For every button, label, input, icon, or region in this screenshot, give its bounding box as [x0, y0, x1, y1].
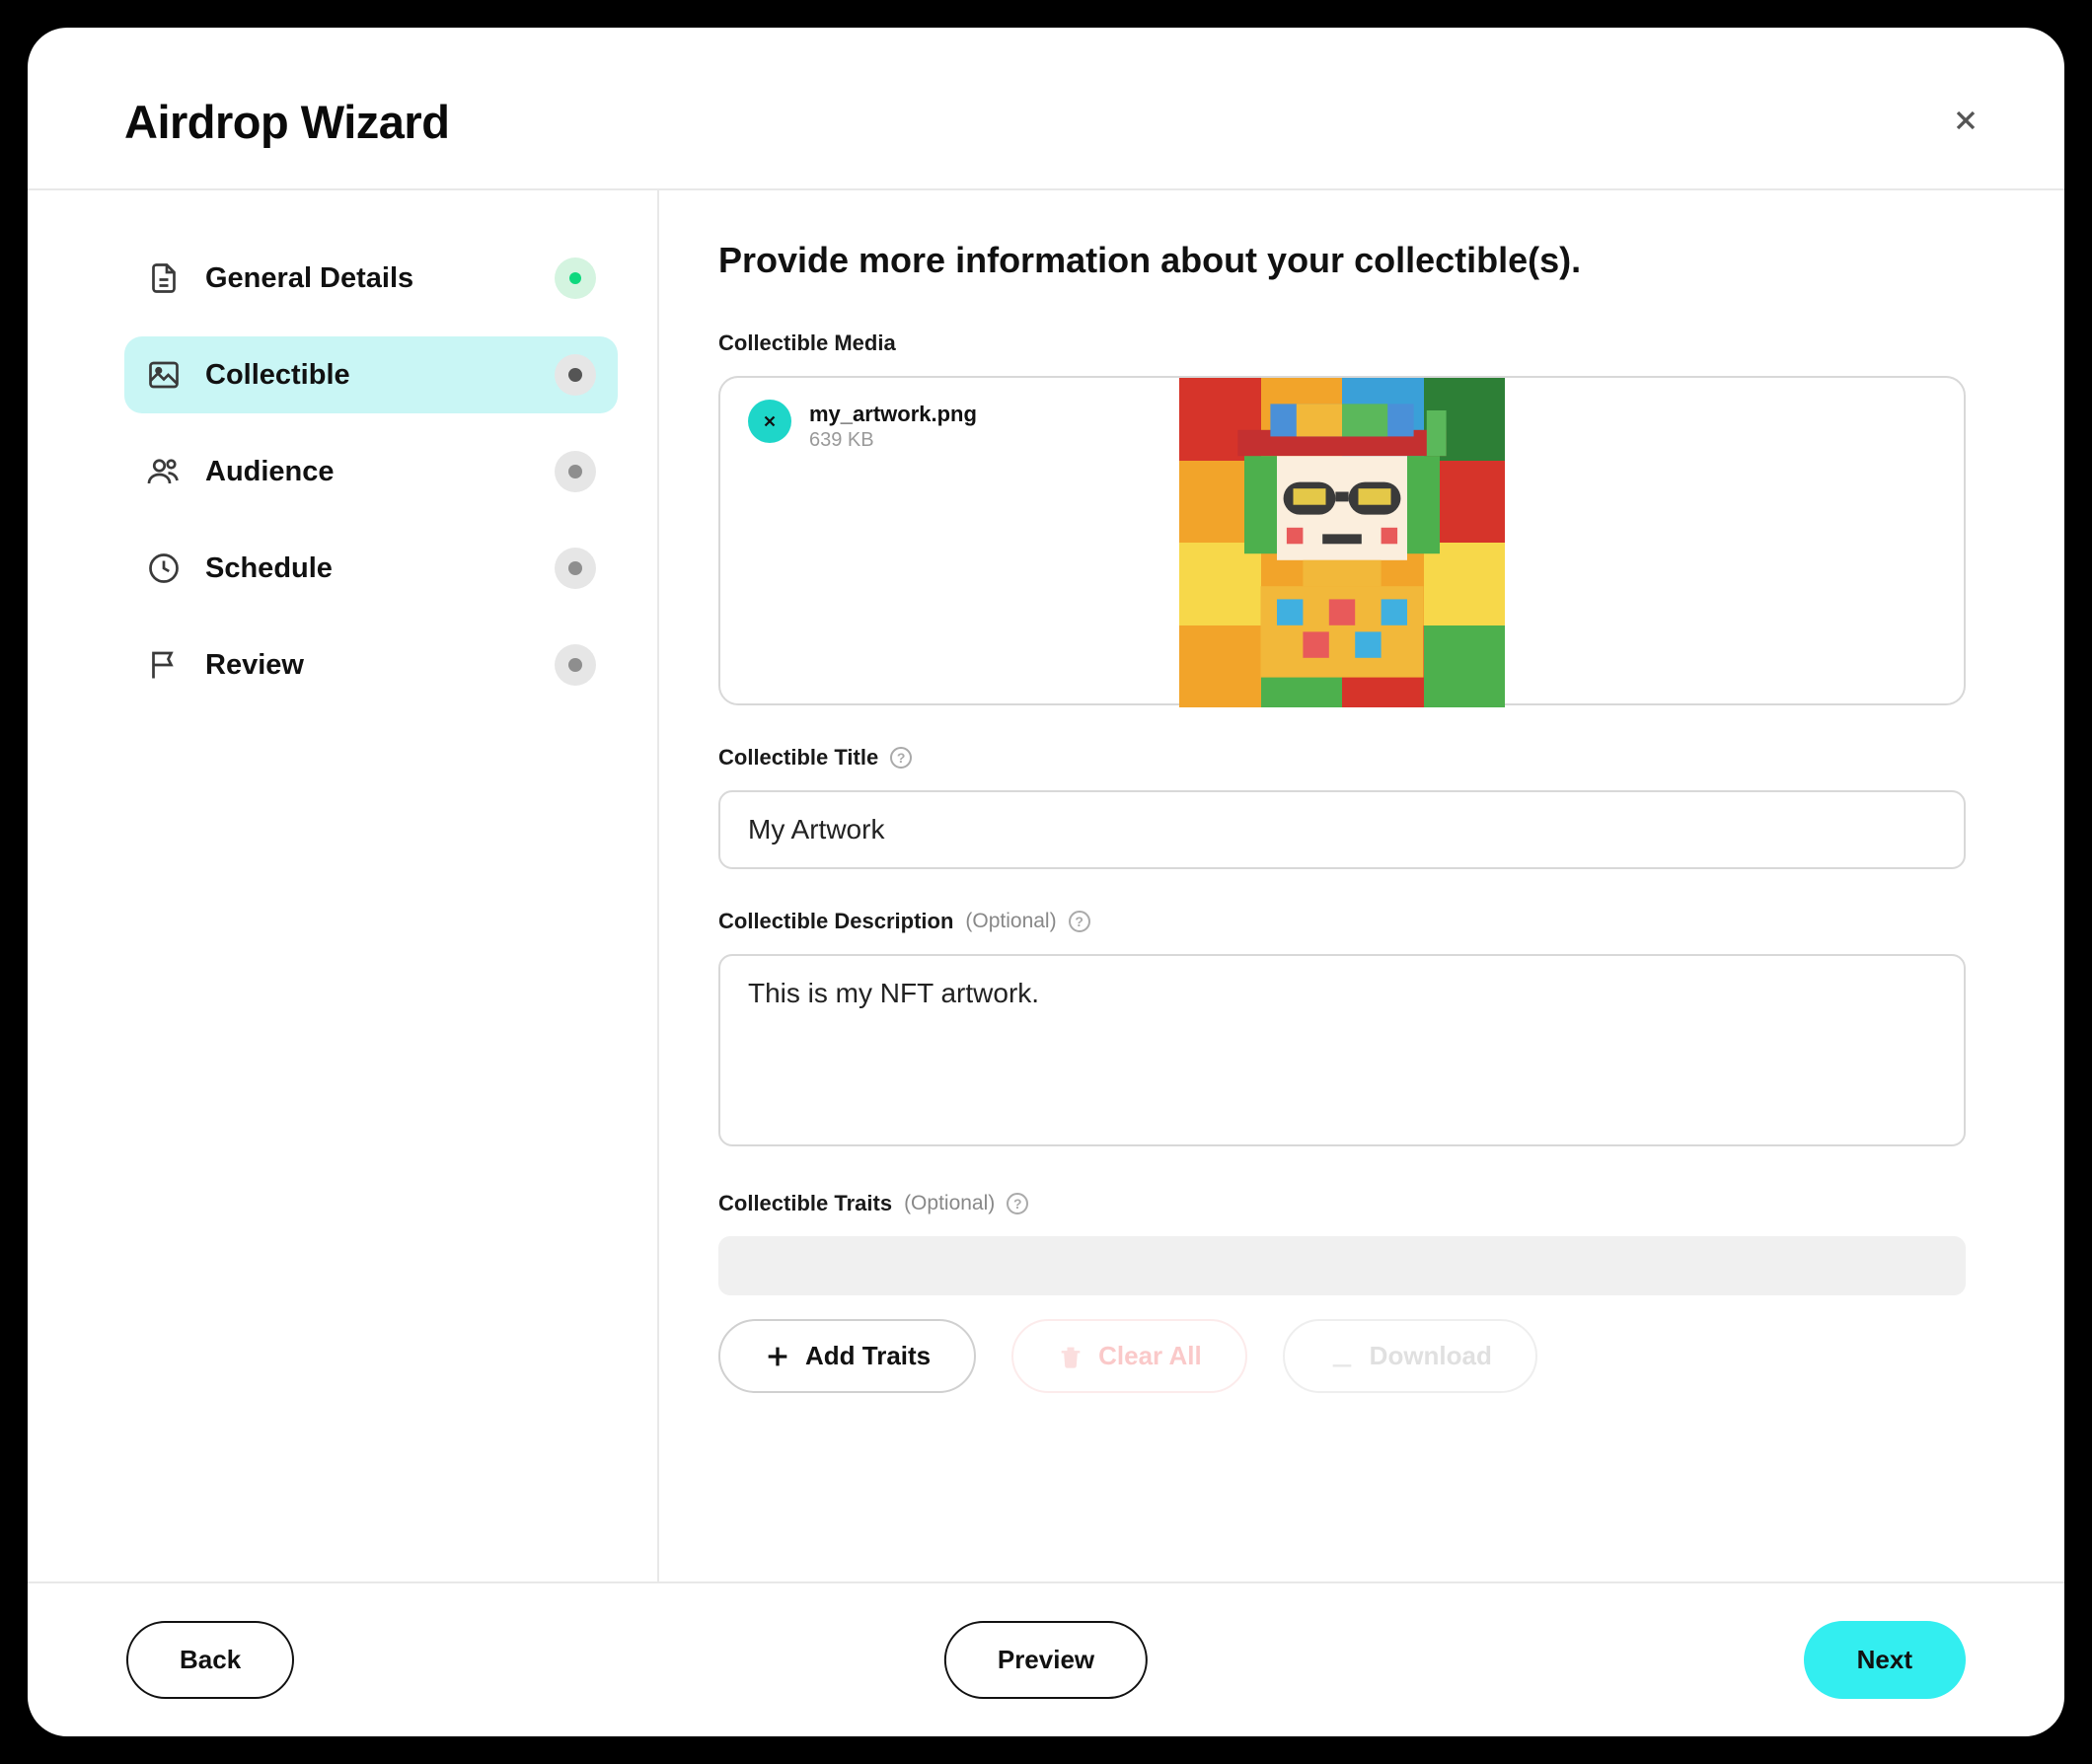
trash-icon	[1057, 1343, 1084, 1370]
image-icon	[146, 357, 182, 393]
media-group: Collectible Media my_artwork.png 639 KB	[718, 331, 1966, 705]
status-dot-pending	[555, 644, 596, 686]
step-audience[interactable]: Audience	[124, 433, 618, 510]
description-group: Collectible Description (Optional) ?	[718, 909, 1966, 1151]
title-group: Collectible Title ?	[718, 745, 1966, 869]
status-dot-complete	[555, 257, 596, 299]
wizard-sidebar: General Details Collectible	[28, 190, 659, 1581]
modal-title: Airdrop Wizard	[124, 95, 449, 149]
pixel-character-icon	[1179, 378, 1505, 703]
step-label: Schedule	[205, 552, 333, 585]
file-size: 639 KB	[809, 429, 977, 452]
traits-actions: Add Traits Clear All Download	[718, 1319, 1966, 1393]
remove-file-button[interactable]	[748, 400, 791, 443]
media-label: Collectible Media	[718, 331, 1966, 356]
file-name: my_artwork.png	[809, 402, 977, 427]
preview-button[interactable]: Preview	[944, 1621, 1148, 1699]
collectible-form: Provide more information about your coll…	[659, 190, 2064, 1581]
info-icon[interactable]: ?	[1007, 1193, 1028, 1214]
step-list: General Details Collectible	[124, 240, 618, 703]
artwork-preview	[1179, 378, 1505, 707]
modal-header: Airdrop Wizard	[28, 28, 2064, 190]
download-button: Download	[1283, 1319, 1537, 1393]
form-heading: Provide more information about your coll…	[718, 240, 1966, 281]
close-button[interactable]	[1942, 97, 1989, 147]
add-traits-button[interactable]: Add Traits	[718, 1319, 976, 1393]
back-button[interactable]: Back	[126, 1621, 294, 1699]
plus-icon	[764, 1343, 791, 1370]
document-icon	[146, 260, 182, 296]
step-review[interactable]: Review	[124, 626, 618, 703]
close-icon	[761, 412, 779, 430]
step-label: Collectible	[205, 359, 350, 392]
title-label: Collectible Title ?	[718, 745, 1966, 771]
modal-body: General Details Collectible	[28, 190, 2064, 1581]
status-dot-pending	[555, 548, 596, 589]
clock-icon	[146, 551, 182, 586]
step-label: General Details	[205, 262, 413, 295]
description-label: Collectible Description (Optional) ?	[718, 909, 1966, 934]
status-dot-pending	[555, 451, 596, 492]
info-icon[interactable]: ?	[1069, 911, 1090, 932]
step-label: Review	[205, 649, 304, 682]
next-button[interactable]: Next	[1804, 1621, 1966, 1699]
traits-empty-area	[718, 1236, 1966, 1295]
traits-label: Collectible Traits (Optional) ?	[718, 1191, 1966, 1216]
title-input[interactable]	[718, 790, 1966, 869]
step-collectible[interactable]: Collectible	[124, 336, 618, 413]
close-icon	[1950, 105, 1981, 136]
description-textarea[interactable]	[718, 954, 1966, 1146]
download-icon	[1328, 1343, 1356, 1370]
status-dot-current	[555, 354, 596, 396]
step-schedule[interactable]: Schedule	[124, 530, 618, 607]
users-icon	[146, 454, 182, 489]
step-general-details[interactable]: General Details	[124, 240, 618, 317]
clear-all-button: Clear All	[1011, 1319, 1247, 1393]
airdrop-wizard-modal: Airdrop Wizard General Details	[28, 28, 2064, 1736]
flag-icon	[146, 647, 182, 683]
media-upload-box[interactable]: my_artwork.png 639 KB	[718, 376, 1966, 705]
traits-group: Collectible Traits (Optional) ? Add Trai…	[718, 1191, 1966, 1393]
step-label: Audience	[205, 456, 335, 488]
modal-footer: Back Preview Next	[28, 1581, 2064, 1736]
uploaded-file: my_artwork.png 639 KB	[748, 400, 1162, 452]
info-icon[interactable]: ?	[890, 747, 912, 769]
